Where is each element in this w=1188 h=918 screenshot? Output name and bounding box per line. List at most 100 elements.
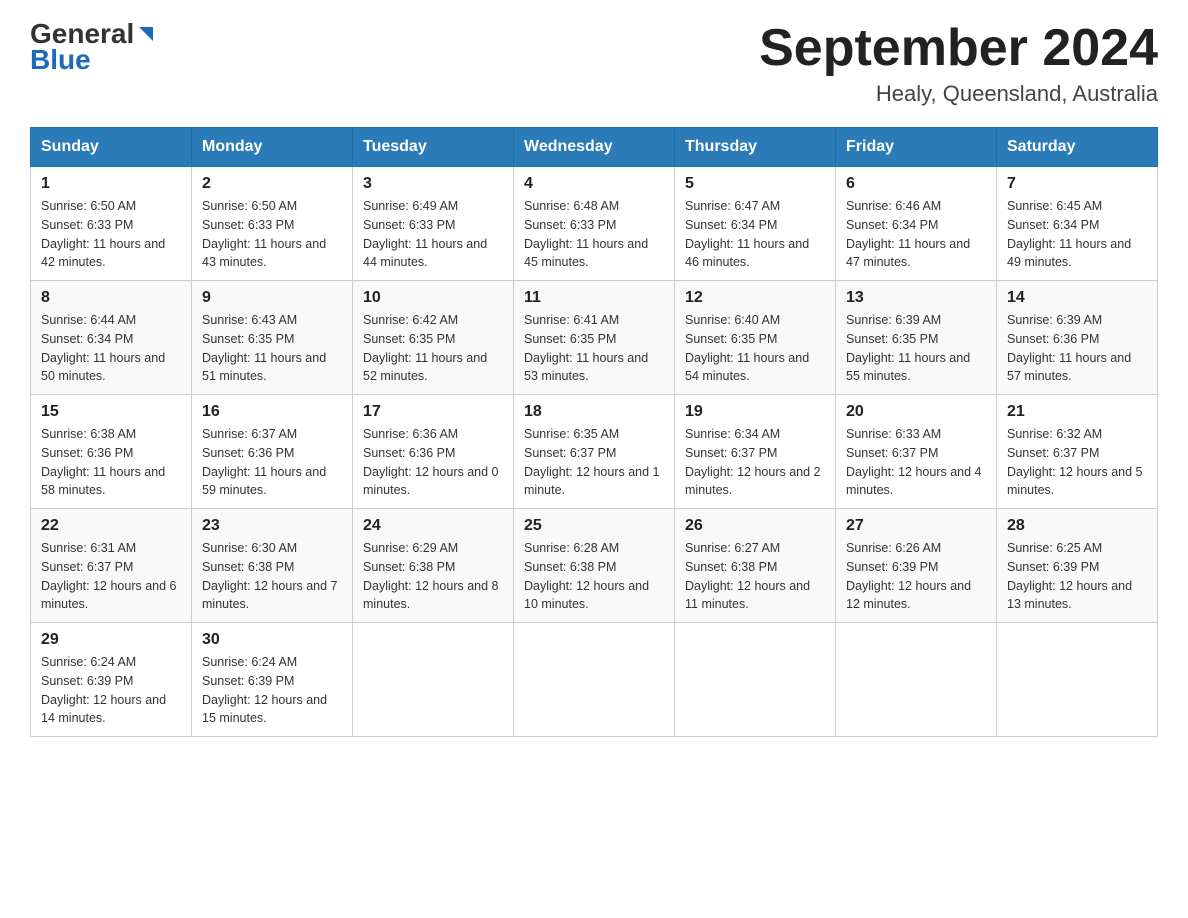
calendar-cell [836,623,997,737]
day-info: Sunrise: 6:50 AM Sunset: 6:33 PM Dayligh… [41,197,181,272]
day-info: Sunrise: 6:33 AM Sunset: 6:37 PM Dayligh… [846,425,986,500]
calendar-table: Sunday Monday Tuesday Wednesday Thursday… [30,127,1158,737]
day-number: 26 [685,517,825,535]
day-info: Sunrise: 6:24 AM Sunset: 6:39 PM Dayligh… [202,653,342,728]
day-info: Sunrise: 6:35 AM Sunset: 6:37 PM Dayligh… [524,425,664,500]
day-info: Sunrise: 6:32 AM Sunset: 6:37 PM Dayligh… [1007,425,1147,500]
calendar-cell: 9 Sunrise: 6:43 AM Sunset: 6:35 PM Dayli… [192,281,353,395]
calendar-cell: 27 Sunrise: 6:26 AM Sunset: 6:39 PM Dayl… [836,509,997,623]
calendar-cell [675,623,836,737]
day-number: 25 [524,517,664,535]
day-info: Sunrise: 6:49 AM Sunset: 6:33 PM Dayligh… [363,197,503,272]
day-info: Sunrise: 6:29 AM Sunset: 6:38 PM Dayligh… [363,539,503,614]
day-number: 6 [846,175,986,193]
day-info: Sunrise: 6:48 AM Sunset: 6:33 PM Dayligh… [524,197,664,272]
calendar-cell: 22 Sunrise: 6:31 AM Sunset: 6:37 PM Dayl… [31,509,192,623]
day-number: 28 [1007,517,1147,535]
calendar-cell: 30 Sunrise: 6:24 AM Sunset: 6:39 PM Dayl… [192,623,353,737]
day-info: Sunrise: 6:41 AM Sunset: 6:35 PM Dayligh… [524,311,664,386]
day-number: 14 [1007,289,1147,307]
page-header: General Blue September 2024 Healy, Queen… [30,20,1158,107]
day-info: Sunrise: 6:24 AM Sunset: 6:39 PM Dayligh… [41,653,181,728]
calendar-cell: 7 Sunrise: 6:45 AM Sunset: 6:34 PM Dayli… [997,167,1158,281]
calendar-cell: 23 Sunrise: 6:30 AM Sunset: 6:38 PM Dayl… [192,509,353,623]
header-friday: Friday [836,128,997,167]
day-info: Sunrise: 6:42 AM Sunset: 6:35 PM Dayligh… [363,311,503,386]
calendar-cell: 28 Sunrise: 6:25 AM Sunset: 6:39 PM Dayl… [997,509,1158,623]
header-sunday: Sunday [31,128,192,167]
day-number: 4 [524,175,664,193]
header-wednesday: Wednesday [514,128,675,167]
day-number: 21 [1007,403,1147,421]
calendar-cell: 6 Sunrise: 6:46 AM Sunset: 6:34 PM Dayli… [836,167,997,281]
header-tuesday: Tuesday [353,128,514,167]
day-number: 27 [846,517,986,535]
calendar-week-1: 1 Sunrise: 6:50 AM Sunset: 6:33 PM Dayli… [31,167,1158,281]
calendar-cell: 21 Sunrise: 6:32 AM Sunset: 6:37 PM Dayl… [997,395,1158,509]
calendar-cell: 3 Sunrise: 6:49 AM Sunset: 6:33 PM Dayli… [353,167,514,281]
day-number: 8 [41,289,181,307]
day-info: Sunrise: 6:36 AM Sunset: 6:36 PM Dayligh… [363,425,503,500]
day-number: 18 [524,403,664,421]
day-info: Sunrise: 6:34 AM Sunset: 6:37 PM Dayligh… [685,425,825,500]
day-info: Sunrise: 6:43 AM Sunset: 6:35 PM Dayligh… [202,311,342,386]
day-info: Sunrise: 6:44 AM Sunset: 6:34 PM Dayligh… [41,311,181,386]
calendar-cell: 1 Sunrise: 6:50 AM Sunset: 6:33 PM Dayli… [31,167,192,281]
calendar-week-5: 29 Sunrise: 6:24 AM Sunset: 6:39 PM Dayl… [31,623,1158,737]
day-info: Sunrise: 6:31 AM Sunset: 6:37 PM Dayligh… [41,539,181,614]
calendar-title-area: September 2024 Healy, Queensland, Austra… [759,20,1158,107]
day-info: Sunrise: 6:39 AM Sunset: 6:35 PM Dayligh… [846,311,986,386]
day-number: 9 [202,289,342,307]
calendar-cell: 11 Sunrise: 6:41 AM Sunset: 6:35 PM Dayl… [514,281,675,395]
calendar-cell: 19 Sunrise: 6:34 AM Sunset: 6:37 PM Dayl… [675,395,836,509]
day-number: 19 [685,403,825,421]
day-number: 24 [363,517,503,535]
day-info: Sunrise: 6:40 AM Sunset: 6:35 PM Dayligh… [685,311,825,386]
calendar-title: September 2024 [759,20,1158,77]
calendar-cell: 14 Sunrise: 6:39 AM Sunset: 6:36 PM Dayl… [997,281,1158,395]
day-number: 5 [685,175,825,193]
day-number: 15 [41,403,181,421]
calendar-week-3: 15 Sunrise: 6:38 AM Sunset: 6:36 PM Dayl… [31,395,1158,509]
calendar-header-row: Sunday Monday Tuesday Wednesday Thursday… [31,128,1158,167]
calendar-cell: 12 Sunrise: 6:40 AM Sunset: 6:35 PM Dayl… [675,281,836,395]
logo-blue: Blue [30,44,91,76]
day-info: Sunrise: 6:39 AM Sunset: 6:36 PM Dayligh… [1007,311,1147,386]
calendar-cell: 2 Sunrise: 6:50 AM Sunset: 6:33 PM Dayli… [192,167,353,281]
day-info: Sunrise: 6:45 AM Sunset: 6:34 PM Dayligh… [1007,197,1147,272]
day-number: 1 [41,175,181,193]
day-number: 20 [846,403,986,421]
day-number: 17 [363,403,503,421]
day-info: Sunrise: 6:37 AM Sunset: 6:36 PM Dayligh… [202,425,342,500]
calendar-cell: 13 Sunrise: 6:39 AM Sunset: 6:35 PM Dayl… [836,281,997,395]
day-number: 2 [202,175,342,193]
day-number: 22 [41,517,181,535]
calendar-cell: 5 Sunrise: 6:47 AM Sunset: 6:34 PM Dayli… [675,167,836,281]
calendar-cell [997,623,1158,737]
calendar-cell: 4 Sunrise: 6:48 AM Sunset: 6:33 PM Dayli… [514,167,675,281]
day-number: 11 [524,289,664,307]
logo: General Blue [30,20,158,76]
header-thursday: Thursday [675,128,836,167]
header-saturday: Saturday [997,128,1158,167]
day-number: 29 [41,631,181,649]
calendar-subtitle: Healy, Queensland, Australia [759,81,1158,107]
day-info: Sunrise: 6:26 AM Sunset: 6:39 PM Dayligh… [846,539,986,614]
day-number: 7 [1007,175,1147,193]
calendar-cell: 26 Sunrise: 6:27 AM Sunset: 6:38 PM Dayl… [675,509,836,623]
day-number: 30 [202,631,342,649]
calendar-cell [514,623,675,737]
day-info: Sunrise: 6:46 AM Sunset: 6:34 PM Dayligh… [846,197,986,272]
header-monday: Monday [192,128,353,167]
calendar-cell: 25 Sunrise: 6:28 AM Sunset: 6:38 PM Dayl… [514,509,675,623]
day-info: Sunrise: 6:28 AM Sunset: 6:38 PM Dayligh… [524,539,664,614]
calendar-week-2: 8 Sunrise: 6:44 AM Sunset: 6:34 PM Dayli… [31,281,1158,395]
day-info: Sunrise: 6:30 AM Sunset: 6:38 PM Dayligh… [202,539,342,614]
calendar-cell: 8 Sunrise: 6:44 AM Sunset: 6:34 PM Dayli… [31,281,192,395]
calendar-cell: 10 Sunrise: 6:42 AM Sunset: 6:35 PM Dayl… [353,281,514,395]
calendar-cell [353,623,514,737]
calendar-cell: 17 Sunrise: 6:36 AM Sunset: 6:36 PM Dayl… [353,395,514,509]
day-number: 23 [202,517,342,535]
day-info: Sunrise: 6:27 AM Sunset: 6:38 PM Dayligh… [685,539,825,614]
calendar-cell: 18 Sunrise: 6:35 AM Sunset: 6:37 PM Dayl… [514,395,675,509]
